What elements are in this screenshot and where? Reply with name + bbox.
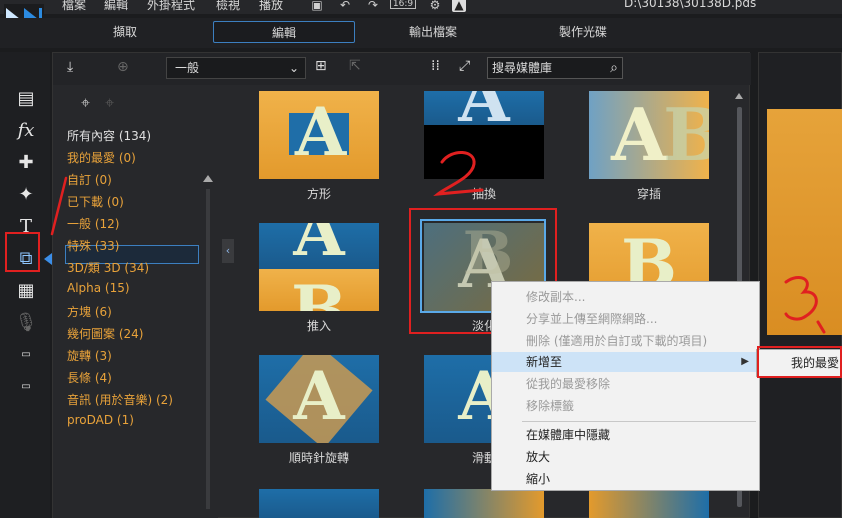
search-input[interactable]: 搜尋媒體庫 ⌕ [487,57,623,79]
import-icon[interactable]: ⤓ [67,59,73,75]
save-icon[interactable]: ▣ [310,0,324,12]
chapter-room-icon[interactable]: ▭ [13,344,39,366]
particle-room-icon[interactable]: ✦ [13,184,39,206]
transition-thumbnail[interactable]: A [259,91,379,179]
category-item[interactable]: 我的最愛 (0) [67,149,136,166]
redo-icon[interactable]: ↷ [366,0,380,12]
subtitle-room-icon[interactable]: ▭ [13,376,39,398]
ctx-remove-favorite[interactable]: 從我的最愛移除 [492,374,759,394]
category-list: ⌖ ⌖ 所有內容 (134) 我的最愛 (0) 自訂 (0) 已下載 (0) 一… [53,85,218,518]
project-path: D:\30138\30138D.pds [624,0,757,10]
scroll-up-icon[interactable] [735,93,743,99]
menu-edit[interactable]: 編輯 [104,0,128,13]
context-menu: 修改副本... 分享並上傳至網際網路... 刪除 (僅適用於自訂或下載的項目) … [491,281,760,491]
notification-icon[interactable]: ▲ [452,0,466,12]
fx-room-icon[interactable]: fx [13,120,39,142]
category-item[interactable]: 音訊 (用於音樂) (2) [67,391,173,408]
room-icon-strip: ▤ fx ✚ ✦ T ⧉ ▦ 🎙 ▭ ▭ [0,52,50,518]
ctx-hide-in-library[interactable]: 在媒體庫中隱藏 [492,425,759,445]
voice-over-icon[interactable]: 🎙 [13,312,39,334]
submenu-arrow-icon: ▶ [741,356,749,367]
category-item[interactable]: 所有內容 (134) [67,127,151,144]
category-item[interactable]: 自訂 (0) [67,171,112,188]
menu-bar: 檔案 編輯 外掛程式 檢視 播放 ▣ ↶ ↷ 16:9 ⚙ ▲ D:\30138… [0,0,842,14]
category-item[interactable]: 長條 (4) [67,369,112,386]
transition-thumbnail[interactable] [259,489,379,518]
scrollbar-track[interactable] [206,189,210,509]
audio-mixing-room-icon[interactable]: ▦ [13,280,39,302]
menu-plugins[interactable]: 外掛程式 [147,0,195,13]
chevron-down-icon: ⌄ [288,61,299,75]
menu-separator [522,421,756,422]
transition-thumbnail[interactable]: A B [259,223,379,311]
thumbnail-label: 穿插 [636,187,661,201]
transition-thumbnail[interactable]: A B [589,91,709,179]
preview-image [767,109,842,335]
category-scrollbar[interactable] [203,175,213,518]
ctx-add-to-label: 新增至 [526,355,563,369]
category-select[interactable]: 一般 ⌄ [166,57,306,79]
ctx-zoom-in[interactable]: 放大 [492,447,759,467]
transition-thumbnail[interactable] [424,489,544,518]
category-item[interactable]: 一般 (12) [67,215,119,232]
search-icon[interactable]: ⌕ [610,58,618,78]
add-to-favorites-icon[interactable]: ⇱ [349,58,361,74]
annotation-highlight-submenu [757,346,842,378]
category-item[interactable]: proDAD (1) [67,413,134,427]
pip-room-icon[interactable]: ✚ [13,152,39,174]
category-item[interactable]: 3D/類 3D (34) [67,259,149,276]
annotation-highlight-transition [5,232,40,272]
download-icon[interactable]: ⊕ [117,59,129,75]
active-room-pointer [44,253,52,265]
settings-gear-icon[interactable]: ⚙ [428,0,442,12]
category-item[interactable]: 幾何圖案 (24) [67,325,143,342]
category-item[interactable]: Alpha (15) [67,281,130,295]
view-mode-icon[interactable]: ⁞⁞ [431,58,440,74]
search-placeholder: 搜尋媒體庫 [492,61,553,75]
thumbnail-label: 順時針旋轉 [288,451,349,465]
tab-create-disc[interactable]: 製作光碟 [536,21,630,43]
scroll-up-icon[interactable] [203,175,213,182]
transition-thumbnail[interactable]: A [424,91,544,179]
collapse-panel-button[interactable]: ‹ [222,239,234,263]
thumbnail-label: 抽換 [471,187,496,201]
category-item[interactable]: 旋轉 (3) [67,347,112,364]
add-to-timeline-icon[interactable]: ⊞ [315,58,327,74]
menu-view[interactable]: 檢視 [216,0,240,13]
thumbnail-label: 方形 [306,187,331,201]
mode-tabs: 擷取 編輯 輸出檔案 製作光碟 [0,18,842,48]
transition-thumbnail[interactable]: A [259,355,379,443]
tag-icons: ⌖ ⌖ [81,93,114,113]
ctx-zoom-out[interactable]: 縮小 [492,469,759,489]
ctx-share-upload[interactable]: 分享並上傳至網際網路... [492,309,759,329]
thumbnail-label: 推入 [306,319,331,333]
media-room-icon[interactable]: ▤ [13,88,39,110]
library-toolbar: ⤓ ⊕ 一般 ⌄ ⊞ ⇱ ⁞⁞ ⤢ 搜尋媒體庫 ⌕ [53,53,751,85]
category-select-value: 一般 [175,61,200,75]
transition-thumbnail[interactable] [589,489,709,518]
category-item[interactable]: 方塊 (6) [67,303,112,320]
ctx-remove-tag[interactable]: 移除標籤 [492,396,759,416]
ctx-add-to[interactable]: 新增至 ▶ [492,352,759,372]
undo-icon[interactable]: ↶ [338,0,352,12]
tab-capture[interactable]: 擷取 [78,21,172,43]
ctx-delete[interactable]: 刪除 (僅適用於自訂或下載的項目) [492,331,759,351]
expand-icon[interactable]: ⤢ [459,58,470,74]
category-item[interactable]: 特殊 (33) [67,237,119,254]
aspect-ratio-selector[interactable]: 16:9 [390,0,416,9]
tab-produce[interactable]: 輸出檔案 [386,21,480,43]
menu-file[interactable]: 檔案 [62,0,86,13]
tab-edit[interactable]: 編輯 [213,21,355,43]
remove-tag-icon[interactable]: ⌖ [105,93,114,112]
category-item[interactable]: 已下載 (0) [67,193,124,210]
ctx-modify-copy[interactable]: 修改副本... [492,287,759,307]
add-tag-icon[interactable]: ⌖ [81,93,90,112]
menu-play[interactable]: 播放 [259,0,283,13]
preview-panel [758,52,842,518]
